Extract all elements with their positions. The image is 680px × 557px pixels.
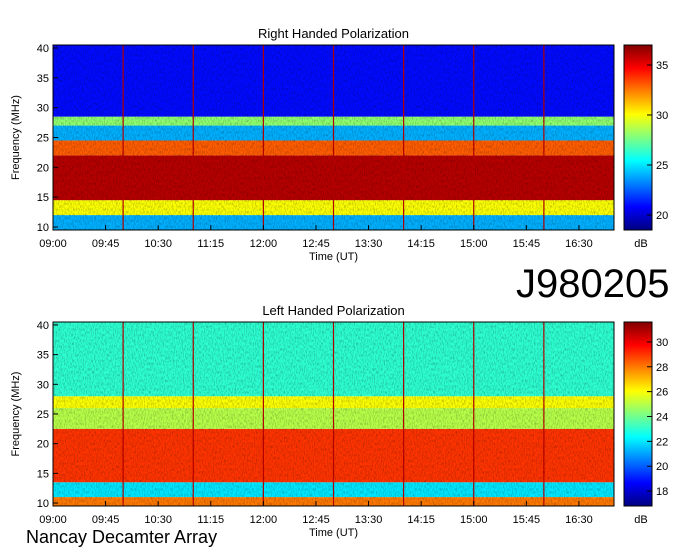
xtick-label-top-8: 15:00 <box>460 238 488 250</box>
ytick-label-bottom-10: 10 <box>37 498 49 510</box>
chart-title-bottom: Left Handed Polarization <box>262 303 404 318</box>
ytick-label-top-35: 35 <box>37 73 49 85</box>
colorbar-tick-label-bottom-22: 22 <box>656 436 668 448</box>
xtick-label-bottom-4: 12:00 <box>250 514 278 526</box>
xtick-label-top-10: 16:30 <box>565 238 593 250</box>
xtick-label-bottom-3: 11:15 <box>197 514 224 526</box>
xtick-label-bottom-1: 09:45 <box>92 514 120 526</box>
xtick-label-top-1: 09:45 <box>92 238 120 250</box>
colorbar-tick-label-bottom-26: 26 <box>656 387 668 399</box>
ytick-label-bottom-30: 30 <box>37 379 49 391</box>
colorbar-top <box>623 44 653 231</box>
ytick-label-top-40: 40 <box>37 43 49 55</box>
colorbar-tick-label-top-30: 30 <box>656 110 668 122</box>
colorbar-tick-label-bottom-18: 18 <box>656 486 668 498</box>
xtick-label-top-9: 15:45 <box>513 238 541 250</box>
xtick-label-bottom-0: 09:00 <box>39 514 67 526</box>
observatory-label: Nancay Decamter Array <box>26 527 218 547</box>
observation-id: J980205 <box>516 262 670 306</box>
ytick-label-bottom-35: 35 <box>37 350 49 362</box>
xtick-label-bottom-5: 12:45 <box>302 514 330 526</box>
xtick-label-bottom-6: 13:30 <box>355 514 383 526</box>
xtick-label-top-4: 12:00 <box>250 238 278 250</box>
colorbar-bottom <box>623 321 653 507</box>
spectrogram-figure: Right Handed Polarization 10 15 20 25 30 35 40 0… <box>0 0 680 552</box>
colorbar-unit-bottom: dB <box>634 514 647 526</box>
xtick-label-top-6: 13:30 <box>355 238 383 250</box>
colorbar-tick-label-bottom-30: 30 <box>656 337 668 349</box>
ytick-label-top-20: 20 <box>37 162 49 174</box>
xtick-label-top-0: 09:00 <box>39 238 67 250</box>
ytick-label-bottom-40: 40 <box>37 320 49 332</box>
xtick-label-top-5: 12:45 <box>302 238 330 250</box>
xtick-label-top-3: 11:15 <box>197 238 224 250</box>
x-axis-label-bottom: Time (UT) <box>309 527 358 539</box>
xtick-label-bottom-7: 14:15 <box>407 514 435 526</box>
colorbar-tick-label-bottom-28: 28 <box>656 362 668 374</box>
ytick-label-top-15: 15 <box>37 192 49 204</box>
y-axis-label-top: Frequency (MHz) <box>10 95 22 180</box>
xtick-label-top-7: 14:15 <box>407 238 435 250</box>
colorbar-tick-label-top-35: 35 <box>656 60 668 72</box>
xtick-label-bottom-2: 10:30 <box>144 514 172 526</box>
colorbar-tick-label-top-20: 20 <box>656 210 668 222</box>
ytick-label-top-30: 30 <box>37 103 49 115</box>
xtick-label-bottom-8: 15:00 <box>460 514 488 526</box>
x-axis-label-top: Time (UT) <box>309 251 358 263</box>
xtick-label-bottom-9: 15:45 <box>513 514 541 526</box>
xtick-label-top-2: 10:30 <box>144 238 172 250</box>
y-axis-label-bottom: Frequency (MHz) <box>10 372 22 457</box>
colorbar-tick-label-top-25: 25 <box>656 160 668 172</box>
ytick-label-bottom-25: 25 <box>37 409 49 421</box>
xtick-label-bottom-10: 16:30 <box>565 514 593 526</box>
ytick-label-bottom-15: 15 <box>37 468 49 480</box>
ytick-label-top-25: 25 <box>37 133 49 145</box>
ytick-label-bottom-20: 20 <box>37 439 49 451</box>
ytick-label-top-10: 10 <box>37 222 49 234</box>
colorbar-unit-top: dB <box>634 238 647 250</box>
colorbar-tick-label-bottom-20: 20 <box>656 461 668 473</box>
colorbar-tick-label-bottom-24: 24 <box>656 411 668 423</box>
chart-title-top: Right Handed Polarization <box>258 26 409 41</box>
